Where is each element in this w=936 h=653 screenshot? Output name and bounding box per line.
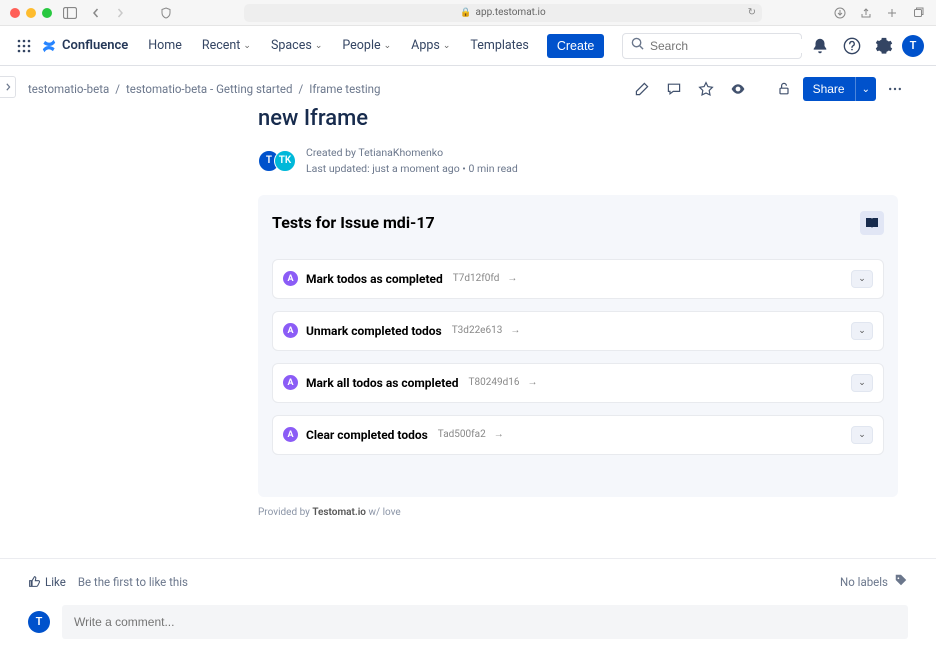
like-prompt: Be the first to like this [78, 575, 188, 589]
top-nav: Confluence Home Recent⌄ Spaces⌄ People⌄ … [0, 26, 936, 66]
comment-avatar[interactable]: T [28, 611, 50, 633]
download-icon[interactable] [832, 5, 848, 21]
chevron-down-icon: ⌄ [443, 41, 451, 51]
breadcrumb-item[interactable]: testomatio-beta [28, 82, 109, 96]
restrictions-icon[interactable] [771, 76, 797, 102]
app-switcher-icon[interactable] [12, 34, 36, 58]
byline-text: Created by TetianaKhomenko Last updated:… [306, 145, 518, 177]
page-footer: Like Be the first to like this No labels [0, 558, 936, 591]
test-type-badge: A [283, 323, 298, 338]
test-type-badge: A [283, 375, 298, 390]
nav-people[interactable]: People⌄ [334, 32, 399, 59]
author-avatars[interactable]: T TK [258, 150, 296, 172]
nav-spaces[interactable]: Spaces⌄ [263, 32, 330, 59]
arrow-icon: → [507, 273, 517, 284]
author-name[interactable]: TetianaKhomenko [358, 146, 443, 159]
testomat-embed-panel: Tests for Issue mdi-17 A Mark todos as co… [258, 195, 898, 497]
test-id: T80249d16 [469, 377, 520, 388]
comment-input[interactable] [62, 605, 908, 639]
share-button[interactable]: Share [803, 77, 855, 101]
test-type-badge: A [283, 271, 298, 286]
refresh-icon[interactable]: ↻ [748, 7, 756, 18]
breadcrumb-item[interactable]: testomatio-beta - Getting started [126, 82, 293, 96]
help-icon[interactable] [838, 32, 866, 60]
add-label-icon[interactable] [894, 573, 908, 591]
byline: T TK Created by TetianaKhomenko Last upd… [258, 145, 898, 177]
sidebar-expand-button[interactable] [0, 76, 16, 98]
nav-home[interactable]: Home [140, 32, 190, 59]
star-icon[interactable] [693, 76, 719, 102]
maximize-window-button[interactable] [42, 8, 52, 18]
expand-test-button[interactable]: ⌄ [851, 426, 873, 444]
no-labels-text: No labels [840, 575, 888, 589]
test-id: T7d12f0fd [453, 273, 500, 284]
browser-forward-button[interactable] [112, 5, 128, 21]
page-header: testomatio-beta / testomatio-beta - Gett… [0, 66, 936, 106]
minimize-window-button[interactable] [26, 8, 36, 18]
notifications-icon[interactable] [806, 32, 834, 60]
tabs-icon[interactable] [910, 5, 926, 21]
create-button[interactable]: Create [547, 34, 605, 58]
embed-title: Tests for Issue mdi-17 [272, 213, 435, 232]
confluence-logo[interactable]: Confluence [40, 37, 128, 55]
expand-test-button[interactable]: ⌄ [851, 322, 873, 340]
search-box[interactable] [622, 33, 802, 59]
chevron-down-icon: ⌄ [384, 41, 392, 51]
arrow-icon: → [510, 325, 520, 336]
search-icon [631, 37, 644, 54]
test-name: Unmark completed todos [306, 324, 442, 338]
main-content: new Iframe T TK Created by TetianaKhomen… [0, 106, 936, 538]
breadcrumb-item[interactable]: Iframe testing [309, 82, 380, 96]
window-controls [10, 8, 52, 18]
expand-test-button[interactable]: ⌄ [851, 374, 873, 392]
shield-icon[interactable] [158, 5, 174, 21]
test-row[interactable]: A Unmark completed todos T3d22e613 → ⌄ [272, 311, 884, 351]
chevron-down-icon: ⌄ [243, 41, 251, 51]
page-actions: Share ⌄ [629, 76, 908, 102]
new-tab-icon[interactable] [884, 5, 900, 21]
search-input[interactable] [650, 39, 805, 53]
share-dropdown[interactable]: ⌄ [855, 77, 876, 101]
product-name: Confluence [62, 38, 128, 53]
url-bar[interactable]: 🔒 app.testomat.io ↻ [244, 4, 762, 22]
like-button[interactable]: Like [28, 575, 66, 589]
embed-book-icon[interactable] [860, 211, 884, 235]
provided-by: Provided by Testomat.io w/ love [258, 507, 898, 518]
test-id: T3d22e613 [452, 325, 503, 336]
test-name: Clear completed todos [306, 428, 428, 442]
nav-apps[interactable]: Apps⌄ [403, 32, 458, 59]
breadcrumbs: testomatio-beta / testomatio-beta - Gett… [28, 82, 623, 96]
more-actions-icon[interactable] [882, 76, 908, 102]
comment-icon[interactable] [661, 76, 687, 102]
arrow-icon: → [527, 377, 537, 388]
test-type-badge: A [283, 427, 298, 442]
settings-icon[interactable] [870, 32, 898, 60]
test-row[interactable]: A Mark todos as completed T7d12f0fd → ⌄ [272, 259, 884, 299]
url-text: app.testomat.io [476, 7, 546, 18]
browser-back-button[interactable] [88, 5, 104, 21]
avatar: TK [274, 150, 296, 172]
watch-icon[interactable] [725, 76, 751, 102]
arrow-icon: → [494, 429, 504, 440]
comment-row: T [0, 591, 936, 653]
nav-templates[interactable]: Templates [462, 32, 536, 59]
test-id: Tad500fa2 [438, 429, 486, 440]
page-title: new Iframe [258, 106, 898, 131]
share-icon[interactable] [858, 5, 874, 21]
lock-icon: 🔒 [460, 8, 471, 18]
nav-recent[interactable]: Recent⌄ [194, 32, 259, 59]
expand-test-button[interactable]: ⌄ [851, 270, 873, 288]
test-name: Mark todos as completed [306, 272, 443, 286]
close-window-button[interactable] [10, 8, 20, 18]
test-name: Mark all todos as completed [306, 376, 459, 390]
sidebar-toggle-icon[interactable] [62, 5, 78, 21]
chevron-down-icon: ⌄ [315, 41, 323, 51]
test-row[interactable]: A Clear completed todos Tad500fa2 → ⌄ [272, 415, 884, 455]
browser-chrome: 🔒 app.testomat.io ↻ [0, 0, 936, 26]
test-row[interactable]: A Mark all todos as completed T80249d16 → ⌄ [272, 363, 884, 403]
edit-icon[interactable] [629, 76, 655, 102]
user-avatar[interactable]: T [902, 35, 924, 57]
